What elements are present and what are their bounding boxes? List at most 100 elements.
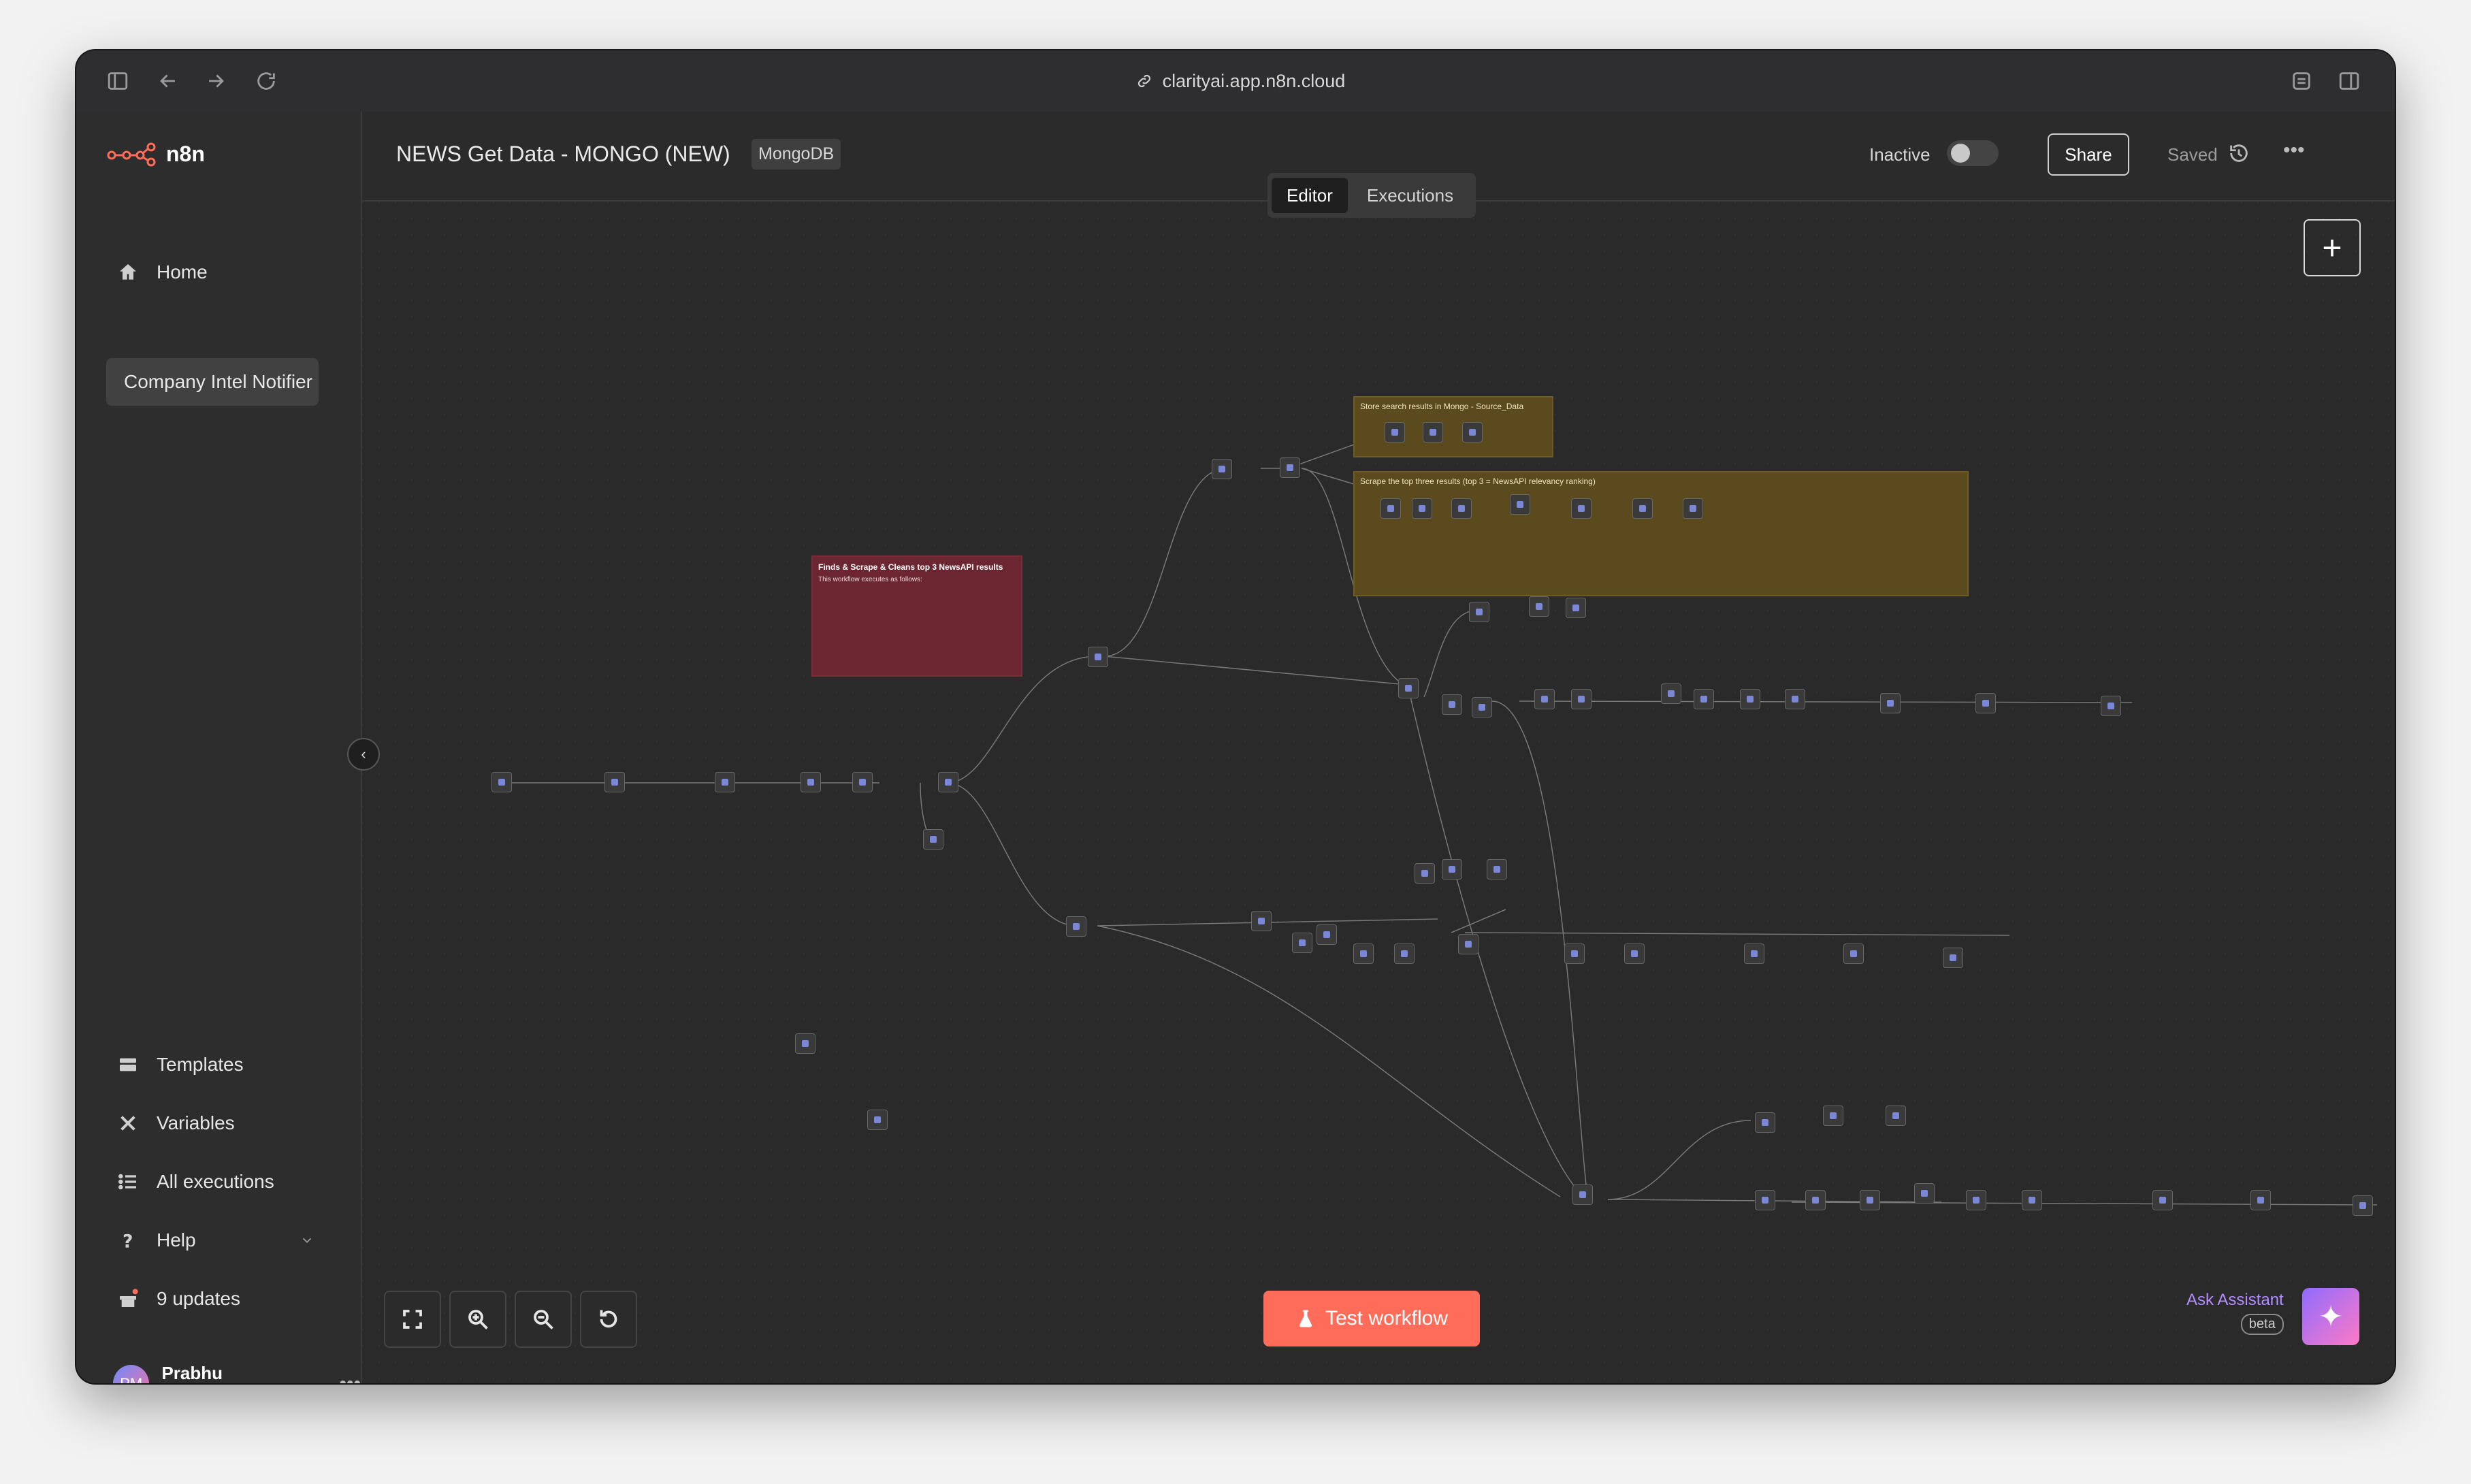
zoom-out-button[interactable] [515,1291,572,1348]
add-node-button[interactable]: + [2304,219,2361,276]
workflow-node[interactable] [1510,494,1530,515]
workflow-node[interactable] [1805,1190,1826,1210]
workflow-node[interactable] [2152,1190,2173,1210]
workflow-node[interactable] [1975,693,1996,713]
workflow-node[interactable] [1880,693,1901,713]
workflow-node[interactable] [1564,943,1585,964]
workflow-node[interactable] [1566,598,1586,618]
workflow-menu-icon[interactable]: ••• [2283,139,2305,162]
workflow-node[interactable] [1451,498,1472,519]
workflow-node[interactable] [1462,422,1483,442]
workflow-node[interactable] [1624,943,1645,964]
tab-editor[interactable]: Editor [1272,178,1348,213]
workflow-node[interactable] [852,772,873,792]
workflow-node[interactable] [1860,1190,1880,1210]
workflow-node[interactable] [1740,689,1760,709]
user-menu[interactable]: PM Prabhu M ••• [113,1363,361,1383]
workflow-node[interactable] [2250,1190,2271,1210]
workflow-node[interactable] [1423,422,1443,442]
workflow-node[interactable] [1380,498,1401,519]
workflow-node[interactable] [1823,1106,1843,1126]
workflow-node[interactable] [1785,689,1805,709]
reset-zoom-button[interactable] [580,1291,637,1348]
workflow-node[interactable] [1442,859,1462,880]
workflow-node[interactable] [1394,943,1415,964]
ask-assistant[interactable]: Ask Assistant beta [2186,1291,2284,1335]
workflow-node[interactable] [867,1110,888,1130]
workflow-node[interactable] [1280,457,1300,478]
share-button[interactable]: Share [2048,133,2129,176]
workflow-tag[interactable]: MongoDB [752,139,841,170]
reload-icon[interactable] [255,69,278,93]
workflow-node[interactable] [715,772,735,792]
tab-executions[interactable]: Executions [1352,178,1468,213]
workflow-node[interactable] [491,772,512,792]
workflow-node[interactable] [1744,943,1764,964]
sidebar-toggle-icon[interactable] [106,69,129,93]
workflow-node[interactable] [1212,459,1232,479]
workflow-node[interactable] [1487,859,1507,880]
workflow-node[interactable] [1632,498,1653,519]
workflow-node[interactable] [1943,948,1963,968]
workflow-node[interactable] [1755,1112,1775,1133]
fit-view-button[interactable] [384,1291,441,1348]
workflow-node[interactable] [1442,694,1462,715]
sidebar-item-updates[interactable]: 9 updates [117,1288,240,1310]
sidebar-item-help[interactable]: ? Help [117,1229,314,1251]
workflow-title[interactable]: NEWS Get Data - MONGO (NEW) [396,142,730,167]
address-bar[interactable]: clarityai.app.n8n.cloud [1097,65,1383,97]
workflow-node[interactable] [1661,683,1681,704]
workflow-node[interactable] [1694,689,1714,709]
workflow-node[interactable] [1529,596,1549,617]
sticky-note-scrape[interactable]: Scrape the top three results (top 3 = Ne… [1353,471,1969,596]
workflow-node[interactable] [2353,1195,2373,1216]
more-options-icon[interactable]: ••• [339,1372,361,1383]
workflow-node[interactable] [1966,1190,1986,1210]
workflow-node[interactable] [801,772,821,792]
sticky-note-red[interactable]: Finds & Scrape & Cleans top 3 NewsAPI re… [811,555,1022,677]
workflow-node[interactable] [2022,1190,2042,1210]
workflow-node[interactable] [938,772,958,792]
collapse-sidebar-button[interactable]: ‹ [347,738,380,771]
split-view-icon[interactable] [2338,69,2361,93]
workflow-node[interactable] [1458,934,1479,954]
active-toggle[interactable] [1947,140,1999,166]
back-arrow-icon[interactable] [157,69,180,93]
workflow-node[interactable] [1317,924,1337,945]
sidebar-item-templates[interactable]: Templates [117,1054,244,1076]
workflow-node[interactable] [1412,498,1432,519]
workflow-node[interactable] [1572,1184,1593,1205]
workflow-node[interactable] [1251,911,1272,931]
extension-icon[interactable] [2290,69,2313,93]
workflow-node[interactable] [795,1033,815,1054]
sidebar-item-project[interactable]: Company Intel Notifier [106,358,319,406]
sidebar-item-home[interactable]: Home [117,261,208,283]
zoom-in-button[interactable] [449,1291,506,1348]
history-icon[interactable] [2227,142,2250,165]
n8n-logo[interactable]: n8n [106,140,205,167]
workflow-node[interactable] [1534,689,1555,709]
sidebar-item-executions[interactable]: All executions [117,1171,274,1193]
assistant-sparkle-button[interactable]: ✦ [2302,1288,2359,1345]
workflow-node[interactable] [1472,697,1492,717]
workflow-node[interactable] [1353,943,1374,964]
workflow-node[interactable] [923,829,943,850]
workflow-node[interactable] [2101,696,2121,716]
sidebar-item-variables[interactable]: Variables [117,1112,235,1134]
workflow-node[interactable] [1571,498,1592,519]
workflow-node[interactable] [1088,647,1108,667]
workflow-node[interactable] [1066,916,1086,937]
workflow-node[interactable] [1886,1106,1906,1126]
workflow-node[interactable] [1398,678,1419,698]
workflow-canvas[interactable]: Finds & Scrape & Cleans top 3 NewsAPI re… [362,201,2395,1383]
workflow-node[interactable] [1415,863,1435,884]
workflow-node[interactable] [1292,933,1312,953]
workflow-node[interactable] [1843,943,1864,964]
workflow-node[interactable] [1385,422,1405,442]
forward-arrow-icon[interactable] [204,69,227,93]
workflow-node[interactable] [1755,1190,1775,1210]
workflow-node[interactable] [1469,602,1489,622]
test-workflow-button[interactable]: Test workflow [1263,1291,1480,1346]
workflow-node[interactable] [604,772,625,792]
workflow-node[interactable] [1571,689,1592,709]
